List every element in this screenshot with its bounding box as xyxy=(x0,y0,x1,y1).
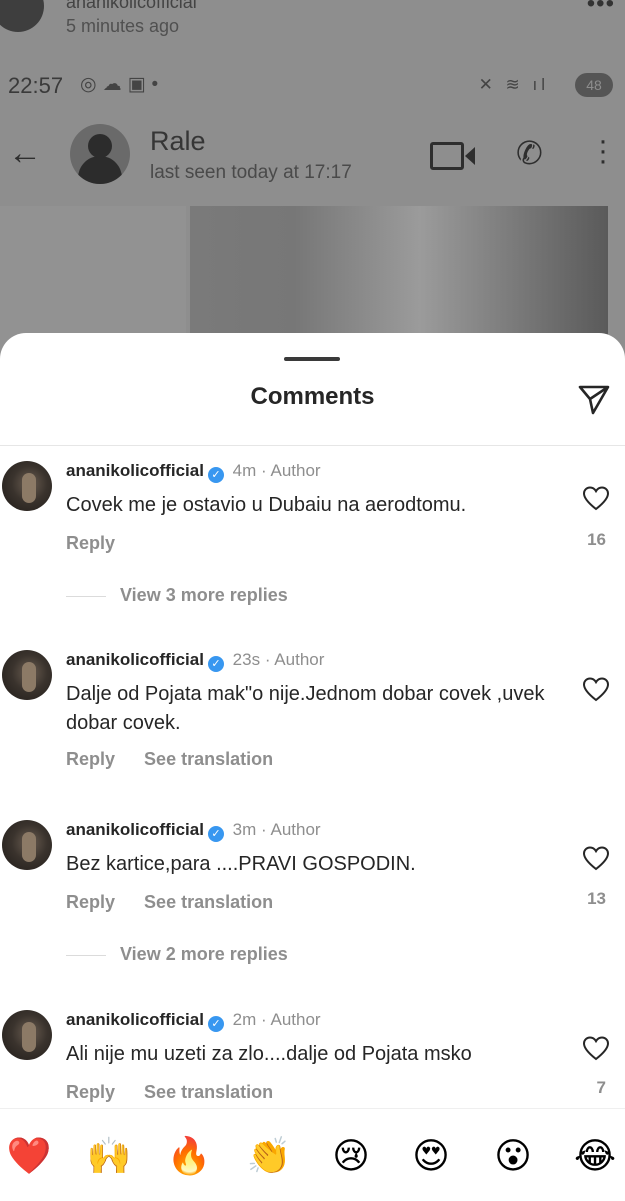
back-arrow-icon: ← xyxy=(8,134,42,172)
menu-dots-icon: · · · xyxy=(598,124,608,177)
sheet-divider xyxy=(0,445,625,446)
comment-author-tag: Author xyxy=(270,820,321,839)
sheet-title: Comments xyxy=(250,383,375,410)
comment-author-dot: · xyxy=(261,1010,267,1029)
verified-badge-icon: ✓ xyxy=(207,826,224,842)
like-count: 16 xyxy=(587,530,606,549)
comment-author-dot: · xyxy=(264,650,271,669)
comment-username[interactable]: ananikolicofficial xyxy=(66,820,204,839)
like-count: 7 xyxy=(596,1078,606,1097)
background-post-time: 5 minutes ago xyxy=(66,16,180,36)
battery-icon: 48 xyxy=(575,73,613,97)
background-username: ananikolicofficial xyxy=(66,0,197,12)
crying-emoji-button[interactable]: 😢 xyxy=(328,1135,374,1179)
heart-icon[interactable] xyxy=(582,485,610,511)
raising-hands-emoji-button[interactable]: 🙌 xyxy=(86,1135,132,1179)
comment-time: 23s xyxy=(232,650,261,669)
comment-text: Bez kartice,para ....PRAVI GOSPODIN. xyxy=(66,853,416,875)
sheet-drag-handle[interactable] xyxy=(284,357,340,361)
surprised-emoji-button[interactable]: 😮 xyxy=(490,1135,536,1179)
chat-header: ← Rale last seen today at 17:17 ✆ · · · xyxy=(0,112,625,200)
emoji-reaction-bar: ❤️ 🙌 🔥 👏 😢 😍 😮 😂 xyxy=(0,1108,625,1201)
comment-text: Dalje od Pojata mak"o nije.Jednom dobar … xyxy=(66,683,545,734)
like-count: 13 xyxy=(587,889,606,908)
comment-actions: Reply See translation xyxy=(66,749,297,770)
status-time: 22:57 xyxy=(8,73,64,98)
heart-icon[interactable] xyxy=(582,1035,610,1061)
view-more-replies-button[interactable]: View 2 more replies xyxy=(66,944,288,965)
tears-of-joy-emoji-button[interactable]: 😂 xyxy=(572,1135,618,1179)
comment-header: ananikolicofficial ✓ 4m · Author xyxy=(66,461,321,483)
comment-time: 2m xyxy=(232,1010,257,1029)
see-translation-button[interactable]: See translation xyxy=(144,892,273,912)
comment-actions: Reply See translation xyxy=(66,892,297,913)
avatar[interactable] xyxy=(2,461,52,511)
comment-username[interactable]: ananikolicofficial xyxy=(66,461,204,480)
heart-icon[interactable] xyxy=(582,845,610,871)
comment-header: ananikolicofficial ✓ 3m · Author xyxy=(66,820,321,842)
comment-time: 4m xyxy=(232,461,257,480)
see-translation-button[interactable]: See translation xyxy=(144,749,273,769)
comment-actions: Reply See translation xyxy=(66,1082,297,1103)
reply-button[interactable]: Reply xyxy=(66,892,115,912)
comment-username[interactable]: ananikolicofficial xyxy=(66,650,204,669)
comment-username[interactable]: ananikolicofficial xyxy=(66,1010,204,1029)
avatar[interactable] xyxy=(2,820,52,870)
comment-time: 3m xyxy=(232,820,257,839)
reply-button[interactable]: Reply xyxy=(66,533,115,553)
status-bar: 22:57 ◎☁▣• ✕ ≋ ıl 48 xyxy=(0,64,625,108)
comment-text: Ali nije mu uzeti za zlo....dalje od Poj… xyxy=(66,1043,472,1065)
status-signal-icons: ✕ ≋ ıl xyxy=(478,75,549,94)
status-app-icons: ◎☁▣• xyxy=(80,74,165,95)
comment-author-tag: Author xyxy=(270,1010,321,1029)
chat-last-seen: last seen today at 17:17 xyxy=(150,162,352,183)
view-more-replies-button[interactable]: View 3 more replies xyxy=(66,585,288,606)
comment-author-tag: Author xyxy=(270,461,321,480)
comment-text: Covek me je ostavio u Dubaiu na aerodtom… xyxy=(66,494,467,516)
clapping-emoji-button[interactable]: 👏 xyxy=(246,1135,292,1179)
avatar[interactable] xyxy=(2,1010,52,1060)
comment-header: ananikolicofficial ✓ 2m · Author xyxy=(66,1010,321,1032)
background-avatar xyxy=(0,0,44,32)
chat-avatar xyxy=(70,124,130,184)
chat-contact-name: Rale xyxy=(150,126,206,156)
video-call-icon xyxy=(430,142,475,170)
comment-actions: Reply xyxy=(66,533,139,554)
see-translation-button[interactable]: See translation xyxy=(144,1082,273,1102)
comment-author-dot: · xyxy=(261,820,267,839)
comment-header: ananikolicofficial ✓ 23s · Author xyxy=(66,650,324,672)
phone-icon: ✆ xyxy=(516,135,543,171)
heart-icon[interactable] xyxy=(582,676,610,702)
verified-badge-icon: ✓ xyxy=(207,467,224,483)
red-heart-emoji-button[interactable]: ❤️ xyxy=(6,1135,52,1179)
reply-button[interactable]: Reply xyxy=(66,1082,115,1102)
fire-emoji-button[interactable]: 🔥 xyxy=(166,1135,212,1179)
comment-author-dot: · xyxy=(261,461,267,480)
background-post-header: ananikolicofficial 5 minutes ago ••• xyxy=(0,0,625,55)
avatar[interactable] xyxy=(2,650,52,700)
reply-button[interactable]: Reply xyxy=(66,749,115,769)
comment-author-tag: Author xyxy=(274,650,325,669)
share-send-icon[interactable] xyxy=(576,381,612,417)
more-options-icon: ••• xyxy=(586,0,615,17)
heart-eyes-emoji-button[interactable]: 😍 xyxy=(408,1135,454,1179)
verified-badge-icon: ✓ xyxy=(207,1016,224,1032)
verified-badge-icon: ✓ xyxy=(207,656,224,672)
